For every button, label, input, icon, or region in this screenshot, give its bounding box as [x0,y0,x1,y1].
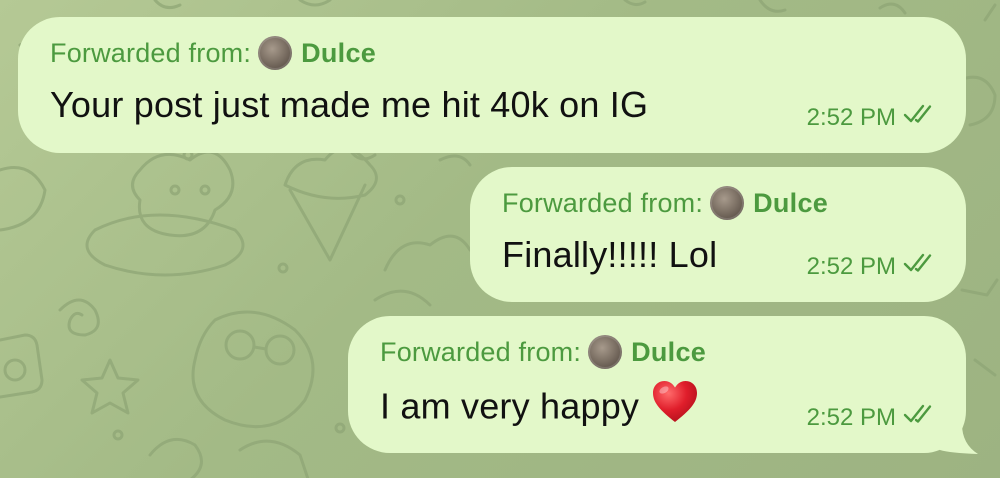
forwarded-label: Forwarded from: [502,188,704,218]
message-time: 2:52 PM [806,104,896,131]
forwarded-label: Forwarded from: [50,38,252,68]
double-check-icon [902,252,936,282]
message-time: 2:52 PM [806,253,896,280]
message-meta: 2:52 PM [807,403,936,433]
sender-avatar [710,186,745,220]
message-text: Finally!!!!! Lol [502,234,718,275]
sender-avatar [588,335,623,369]
forwarded-header[interactable]: Forwarded from: Dulce [380,334,706,370]
forwarded-sender-name[interactable]: Dulce [753,185,828,221]
message-meta: 2:52 PM [807,103,936,133]
message-bubble[interactable]: Forwarded from: Dulce Finally!!!!! Lol 2… [470,167,966,302]
message-text: Your post just made me hit 40k on IG [50,84,649,125]
forwarded-header[interactable]: Forwarded from: Dulce [502,185,828,221]
message-bubble[interactable]: Forwarded from: Dulce Your post just mad… [18,17,966,153]
bubble-tail [940,404,978,454]
forwarded-sender-name[interactable]: Dulce [301,35,376,71]
forwarded-label: Forwarded from: [380,337,582,367]
message-text: I am very happy [380,385,640,427]
message-bubble[interactable]: Forwarded from: Dulce I am very happy 2:… [348,316,966,453]
double-check-icon [902,103,936,133]
sender-avatar [258,36,293,70]
heart-emoji [651,380,699,434]
double-check-icon [902,403,936,433]
message-text-row: I am very happy [380,380,699,436]
forwarded-sender-name[interactable]: Dulce [631,334,706,370]
message-time: 2:52 PM [806,404,896,431]
forwarded-header[interactable]: Forwarded from: Dulce [50,35,376,71]
message-meta: 2:52 PM [807,252,936,282]
